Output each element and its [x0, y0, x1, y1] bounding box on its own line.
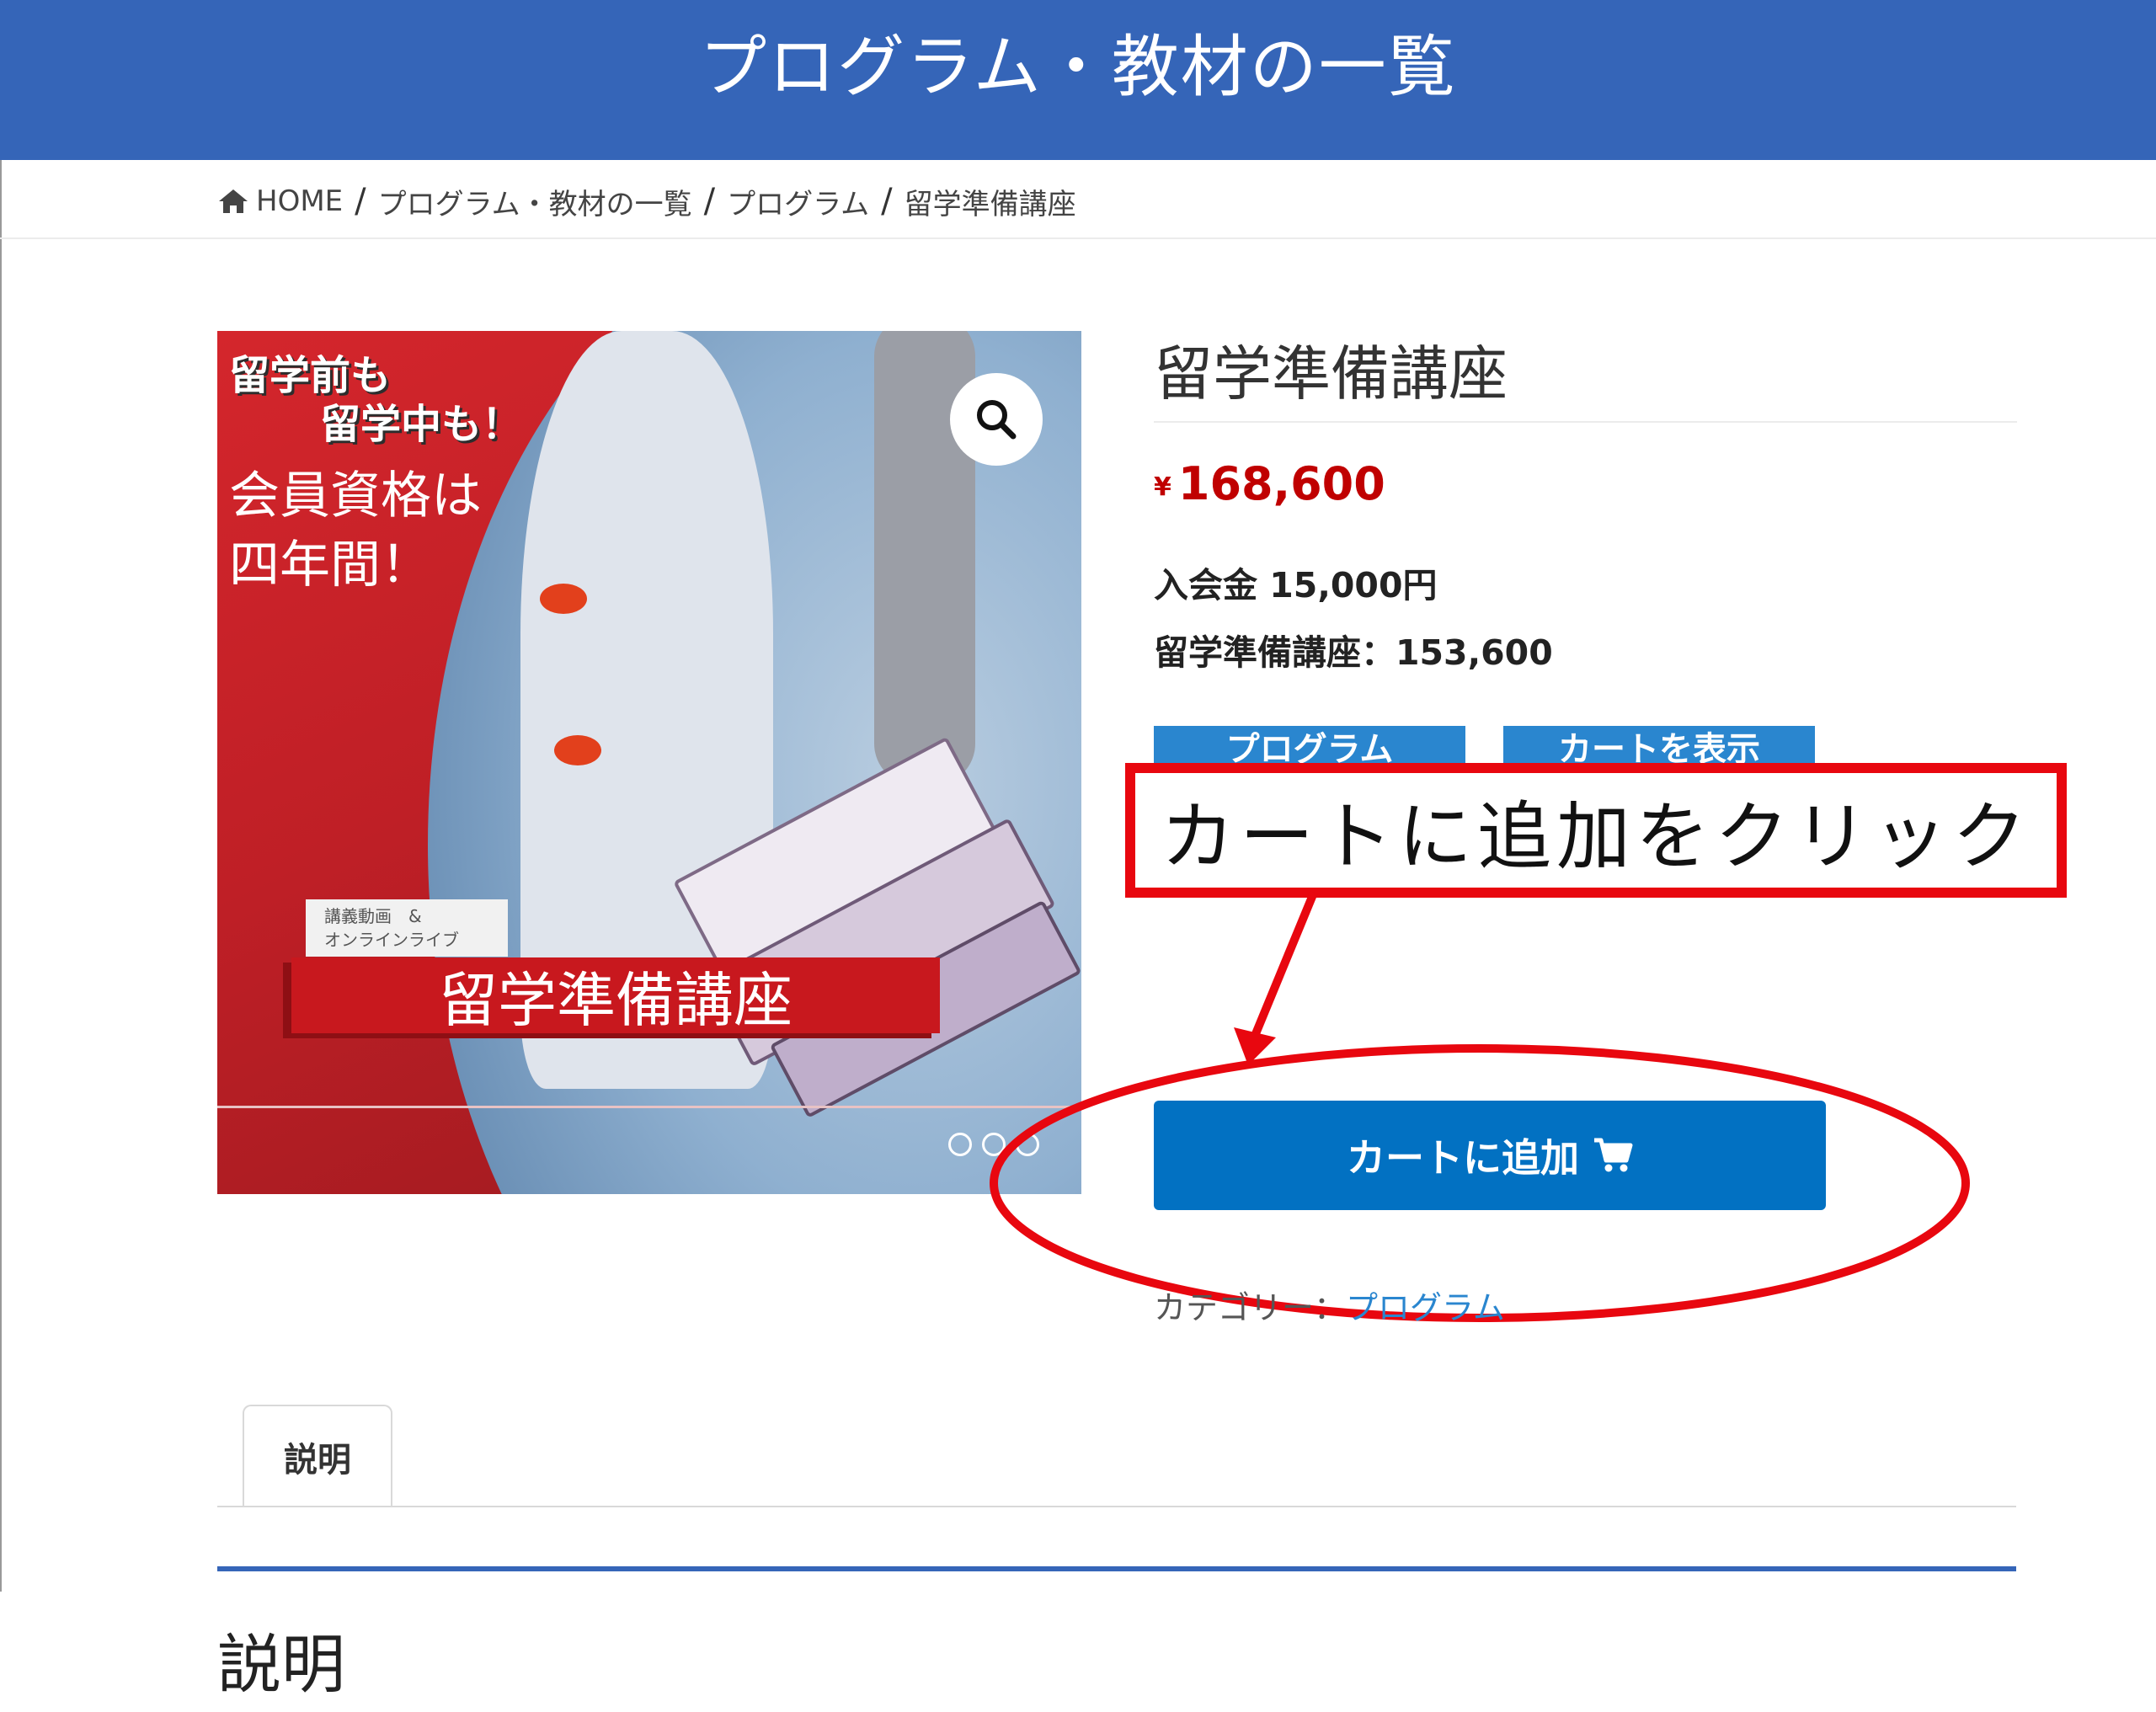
product-image[interactable]: 留学前も 留学中も！ 会員資格は 四年間！ 講義動画 & オンラインライブ 留学…: [217, 331, 1081, 1194]
breadcrumb-separator: /: [703, 182, 716, 221]
category-label: カテゴリー：: [1154, 1289, 1347, 1326]
image-main-copy: 会員資格は 四年間！: [229, 461, 482, 600]
image-sub-label: 講義動画 & オンラインライブ: [306, 899, 508, 957]
breadcrumb: HOME / プログラム・教材の一覧 / プログラム / 留学準備講座: [217, 179, 1076, 223]
section-divider: [217, 1566, 2016, 1571]
price-amount: 168,600: [1177, 457, 1385, 510]
product-title: 留学準備講座: [1154, 339, 1508, 408]
breadcrumb-separator: /: [355, 182, 366, 221]
left-border: [0, 160, 2, 1592]
breadcrumb-divider: [0, 237, 2156, 239]
product-category: カテゴリー：プログラム: [1154, 1282, 1505, 1328]
currency-symbol: ¥: [1154, 472, 1171, 502]
image-divider: [217, 1106, 1081, 1108]
page-title: プログラム・教材の一覧: [699, 27, 1457, 106]
category-chip[interactable]: プログラム: [1154, 726, 1465, 768]
view-cart-chip[interactable]: カートを表示: [1503, 726, 1815, 768]
photo-pin: [540, 584, 587, 614]
breadcrumb-item-program[interactable]: プログラム: [727, 181, 869, 222]
catch-line-2: 留学中も！: [320, 401, 523, 448]
tab-divider: [217, 1506, 2016, 1507]
instagram-icon: [948, 1133, 972, 1156]
page-header: プログラム・教材の一覧: [0, 0, 2156, 160]
image-title-banner: 留学準備講座: [291, 957, 940, 1035]
breadcrumb-item-current: 留学準備講座: [904, 187, 1076, 221]
main-line-1: 会員資格は: [229, 467, 482, 525]
image-catch-copy: 留学前も 留学中も！: [229, 351, 522, 449]
breadcrumb-item-catalog[interactable]: プログラム・教材の一覧: [378, 181, 692, 222]
breadcrumb-separator: /: [881, 182, 893, 221]
catch-line-1: 留学前も: [229, 352, 392, 399]
breadcrumb-home-link[interactable]: HOME: [256, 184, 343, 218]
magnifier-icon: [977, 400, 1017, 440]
price-detail-course: 留学準備講座：153,600: [1154, 632, 1553, 673]
photo-pin: [554, 735, 601, 765]
annotation-callout: カートに追加をクリック: [1125, 763, 2067, 898]
zoom-button[interactable]: [950, 373, 1043, 466]
home-icon: [219, 189, 248, 213]
main-line-2: 四年間！: [229, 536, 431, 595]
product-price: ¥168,600: [1154, 457, 1385, 510]
price-detail-entry-fee: 入会金 15,000円: [1154, 565, 1438, 605]
category-link[interactable]: プログラム: [1346, 1289, 1505, 1326]
title-divider: [1154, 421, 2017, 423]
annotation-ellipse: [990, 1044, 1970, 1322]
description-heading: 説明: [217, 1627, 345, 1702]
tab-description[interactable]: 説明: [243, 1405, 392, 1507]
